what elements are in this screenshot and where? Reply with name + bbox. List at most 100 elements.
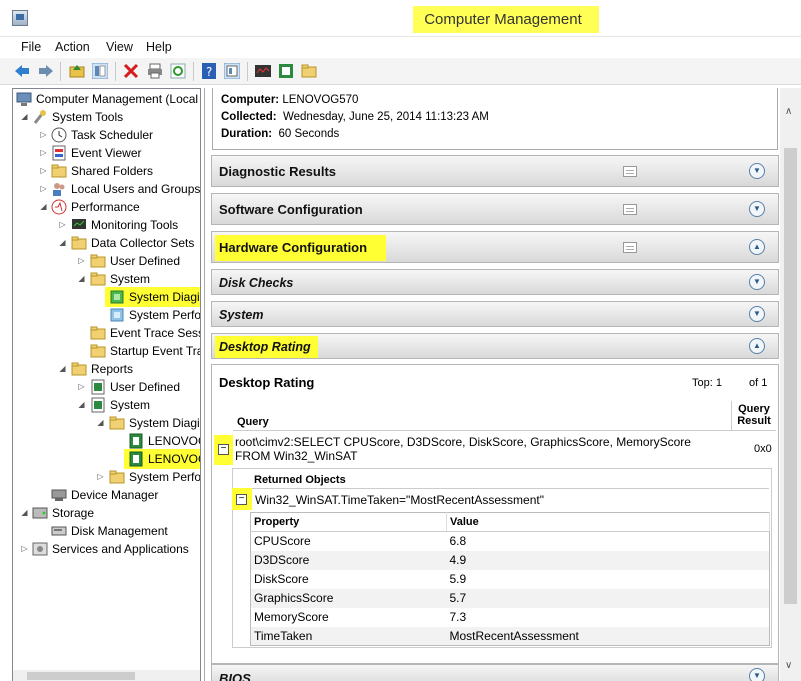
section-bios[interactable]: BIOS ▼ <box>211 664 779 681</box>
delete-icon[interactable] <box>123 63 139 79</box>
collapse-icon[interactable]: ▲ <box>749 338 765 354</box>
show-hide-tree-icon[interactable] <box>92 63 108 79</box>
menu-bar: File Action View Help <box>0 37 801 58</box>
tree-item-startup-event-trace[interactable]: Startup Event Tra <box>13 342 200 360</box>
expand-icon[interactable]: ▼ <box>749 306 765 322</box>
tree-item-label: LENOVOG <box>148 452 200 466</box>
tree-item-monitoring-tools[interactable]: ▷ Monitoring Tools <box>13 216 200 234</box>
expand-icon[interactable]: ▼ <box>749 201 765 217</box>
up-folder-icon[interactable] <box>69 63 85 79</box>
report-icon[interactable] <box>278 63 294 79</box>
collapse-arrow-icon[interactable]: ◢ <box>20 504 29 522</box>
section-title: BIOS <box>219 671 251 681</box>
expand-arrow-icon[interactable]: ▷ <box>39 162 48 180</box>
expand-arrow-icon[interactable]: ▷ <box>20 540 29 558</box>
tree-item-local-users-groups[interactable]: ▷ Local Users and Groups <box>13 180 200 198</box>
scroll-down-icon[interactable]: ∨ <box>785 660 792 671</box>
expand-arrow-icon[interactable]: ▷ <box>77 378 86 396</box>
returned-objects-box: Returned Objects − Win32_WinSAT.TimeTake… <box>232 468 772 648</box>
tree-item-performance[interactable]: ◢ Performance <box>13 198 200 216</box>
tree-item-data-collector-sets[interactable]: ◢ Data Collector Sets <box>13 234 200 252</box>
tree-item-system-tools[interactable]: ◢ System Tools <box>13 108 200 126</box>
expand-arrow-icon[interactable]: ▷ <box>39 144 48 162</box>
tree-item-event-trace-sessions[interactable]: Event Trace Sess <box>13 324 200 342</box>
tree-item-user-defined[interactable]: ▷ User Defined <box>13 252 200 270</box>
tree-item-computer-management-root[interactable]: Computer Management (Local <box>13 90 200 108</box>
tree-item-system-performance[interactable]: System Perfo <box>13 306 201 324</box>
tree-item-services-and-applications[interactable]: ▷ Services and Applications <box>13 540 200 558</box>
expand-arrow-icon[interactable]: ▷ <box>77 252 86 270</box>
section-diagnostic-results[interactable]: Diagnostic Results ▼ <box>211 155 779 187</box>
refresh-icon[interactable] <box>170 63 186 79</box>
tree-item-reports-system-performance[interactable]: ▷ System Perfo <box>13 468 201 486</box>
tree-item-storage[interactable]: ◢ Storage <box>13 504 200 522</box>
tree-item-reports-system[interactable]: ◢ System <box>13 396 200 414</box>
collapse-arrow-icon[interactable]: ◢ <box>20 108 29 126</box>
tree-item-label: System Perfo <box>129 308 201 322</box>
table-row: D3DScore 4.9 <box>250 550 770 570</box>
tree-item-label: System Tools <box>52 110 124 124</box>
expand-arrow-icon[interactable]: ▷ <box>39 126 48 144</box>
help-icon[interactable]: ? <box>201 63 217 79</box>
forward-arrow-icon[interactable] <box>38 63 54 79</box>
tree-item-reports-system-diagnostics[interactable]: ◢ System Diagi <box>13 414 200 432</box>
tree-item-report-lenovog-1[interactable]: LENOVOG <box>13 432 200 450</box>
collapse-object-icon[interactable]: − <box>236 494 247 505</box>
tree-item-reports[interactable]: ◢ Reports <box>13 360 200 378</box>
collapse-query-icon[interactable]: − <box>218 444 229 455</box>
section-hardware-configuration[interactable]: Hardware Configuration ▲ <box>211 231 779 263</box>
back-arrow-icon[interactable] <box>14 63 30 79</box>
section-title: Software Configuration <box>219 202 363 217</box>
scroll-up-icon[interactable]: ∧ <box>785 106 792 117</box>
content-vertical-scrollbar[interactable]: ∧ ∨ <box>780 88 801 681</box>
menu-file[interactable]: File <box>21 40 41 54</box>
tree-item-reports-user-defined[interactable]: ▷ User Defined <box>13 378 200 396</box>
users-icon <box>53 183 65 196</box>
query-text: root\cimv2:SELECT CPUScore, D3DScore, Di… <box>235 435 691 463</box>
tree-scroll-thumb[interactable] <box>27 672 135 680</box>
menu-action[interactable]: Action <box>55 40 90 54</box>
collapse-arrow-icon[interactable]: ◢ <box>39 198 48 216</box>
section-title: System <box>219 308 264 322</box>
tree-item-shared-folders[interactable]: ▷ Shared Folders <box>13 162 200 180</box>
menu-view[interactable]: View <box>106 40 133 54</box>
collapse-icon[interactable]: ▲ <box>749 239 765 255</box>
tree-item-event-viewer[interactable]: ▷ Event Viewer <box>13 144 200 162</box>
print-icon[interactable] <box>147 63 163 79</box>
expand-arrow-icon[interactable]: ▷ <box>39 180 48 198</box>
tree-item-label: Shared Folders <box>71 164 154 178</box>
tree-item-task-scheduler[interactable]: ▷ Task Scheduler <box>13 126 200 144</box>
collapse-arrow-icon[interactable]: ◢ <box>77 396 86 414</box>
value-cell: 5.9 <box>449 572 467 586</box>
expand-icon[interactable]: ▼ <box>749 163 765 179</box>
collapse-arrow-icon[interactable]: ◢ <box>58 360 67 378</box>
expand-icon[interactable]: ▼ <box>749 274 765 290</box>
folder-icon <box>90 326 106 340</box>
properties-icon[interactable] <box>224 63 240 79</box>
tree-item-system[interactable]: ◢ System <box>13 270 200 288</box>
section-system[interactable]: System ▼ <box>211 301 779 327</box>
tree-item-system-diagnostics[interactable]: System Diagi <box>13 287 200 307</box>
tree-item-report-lenovog-2[interactable]: LENOVOG <box>13 449 200 469</box>
table-row: CPUScore 6.8 <box>251 532 770 551</box>
menu-help[interactable]: Help <box>146 40 172 54</box>
tree-item-device-manager[interactable]: Device Manager <box>13 486 200 504</box>
tree-item-label: Computer Management (Local <box>36 92 199 106</box>
performance-monitor-icon[interactable] <box>255 63 271 79</box>
section-disk-checks[interactable]: Disk Checks ▼ <box>211 269 779 295</box>
set-green-icon <box>110 290 124 304</box>
expand-icon[interactable]: ▼ <box>749 668 765 681</box>
section-software-configuration[interactable]: Software Configuration ▼ <box>211 193 779 225</box>
collapse-arrow-icon[interactable]: ◢ <box>77 270 86 288</box>
content-scroll-thumb[interactable] <box>784 148 797 604</box>
section-desktop-rating[interactable]: Desktop Rating ▲ <box>211 333 779 359</box>
tree-item-disk-management[interactable]: Disk Management <box>13 522 200 540</box>
section-title: Desktop Rating <box>219 340 311 354</box>
expand-arrow-icon[interactable]: ▷ <box>96 468 105 486</box>
folder-icon[interactable] <box>301 63 317 79</box>
collapse-arrow-icon[interactable]: ◢ <box>58 234 67 252</box>
tree-horizontal-scrollbar[interactable] <box>13 670 200 681</box>
expand-arrow-icon[interactable]: ▷ <box>58 216 67 234</box>
tree-item-label: System Perfo <box>129 470 201 484</box>
collapse-arrow-icon[interactable]: ◢ <box>96 414 105 432</box>
